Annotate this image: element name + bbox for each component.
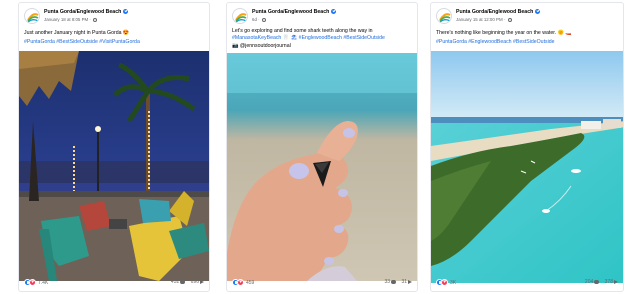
page-name[interactable]: Punta Gorda/Englewood Beach bbox=[44, 8, 129, 15]
reaction-count: 459 bbox=[246, 279, 255, 286]
post-stats: 204 378 bbox=[581, 279, 618, 285]
post-header: Punta Gorda/Englewood Beach January 18 a… bbox=[24, 8, 204, 26]
love-reaction-icon bbox=[441, 279, 448, 286]
share-icon bbox=[614, 279, 618, 284]
love-reaction-icon bbox=[29, 279, 36, 286]
post-date[interactable]: January 15 at 12:00 PM · bbox=[456, 17, 512, 22]
post-footer: 7.4K 452 696 bbox=[24, 278, 204, 288]
comment-count[interactable]: 33 bbox=[384, 279, 397, 285]
brand-logo-icon[interactable] bbox=[436, 8, 452, 24]
page-name[interactable]: Punta Gorda/Englewood Beach bbox=[252, 8, 337, 15]
globe-icon bbox=[93, 17, 98, 22]
comment-count[interactable]: 204 bbox=[585, 279, 600, 285]
post-text: There's nothing like beginning the year … bbox=[436, 30, 572, 36]
reaction-count: 7.4K bbox=[38, 279, 49, 286]
brand-logo-icon[interactable] bbox=[24, 8, 40, 24]
comment-icon bbox=[594, 279, 600, 284]
post-hashtags[interactable]: #PuntaGorda #BestSideOutside #VisitPunta… bbox=[24, 39, 204, 46]
verified-badge-icon bbox=[123, 8, 129, 14]
share-icon bbox=[200, 279, 204, 284]
globe-icon bbox=[507, 17, 512, 22]
love-reaction-icon bbox=[237, 279, 244, 286]
share-count[interactable]: 378 bbox=[605, 279, 618, 285]
post-hashtags[interactable]: #PuntaGorda #EnglewoodBeach #BestSideOut… bbox=[436, 39, 618, 46]
share-count[interactable]: 696 bbox=[191, 279, 204, 285]
post-photo-aerial-water[interactable] bbox=[431, 51, 623, 283]
post-stats: 33 31 bbox=[380, 279, 412, 285]
post-header: Punta Gorda/Englewood Beach 6d · bbox=[232, 8, 412, 26]
brand-logo-icon[interactable] bbox=[232, 8, 248, 24]
post-stats: 452 696 bbox=[167, 279, 204, 285]
comment-icon bbox=[391, 279, 397, 284]
post-date[interactable]: 6d · bbox=[252, 17, 266, 22]
post-hashtags[interactable]: #ManasotaKeyBeach 🦷 🏖 #EnglewoodBeach #B… bbox=[232, 35, 412, 42]
page-name[interactable]: Punta Gorda/Englewood Beach bbox=[456, 8, 541, 15]
share-icon bbox=[408, 279, 412, 284]
post-date[interactable]: January 18 at 8:05 PM · bbox=[44, 17, 98, 22]
comment-icon bbox=[180, 279, 186, 284]
post-photo-shark-tooth[interactable] bbox=[227, 53, 417, 281]
comment-count[interactable]: 452 bbox=[171, 279, 186, 285]
verified-badge-icon bbox=[331, 8, 337, 14]
globe-icon bbox=[261, 17, 266, 22]
photo-credit: 📷 @jennsoutdoorjournal bbox=[232, 43, 291, 49]
post-card-1: Punta Gorda/Englewood Beach January 18 a… bbox=[18, 2, 210, 292]
post-footer: 3K 204 378 bbox=[436, 278, 618, 288]
reaction-count: 3K bbox=[450, 279, 457, 286]
post-photo-night-patio[interactable] bbox=[19, 51, 209, 281]
share-count[interactable]: 31 bbox=[401, 279, 412, 285]
verified-badge-icon bbox=[535, 8, 541, 14]
post-card-3: Punta Gorda/Englewood Beach January 15 a… bbox=[430, 2, 624, 292]
post-card-2: Punta Gorda/Englewood Beach 6d · Let's g… bbox=[226, 2, 418, 292]
post-footer: 459 33 31 bbox=[232, 278, 412, 288]
post-header: Punta Gorda/Englewood Beach January 15 a… bbox=[436, 8, 618, 26]
post-text: Just another January night in Punta Gord… bbox=[24, 30, 130, 36]
